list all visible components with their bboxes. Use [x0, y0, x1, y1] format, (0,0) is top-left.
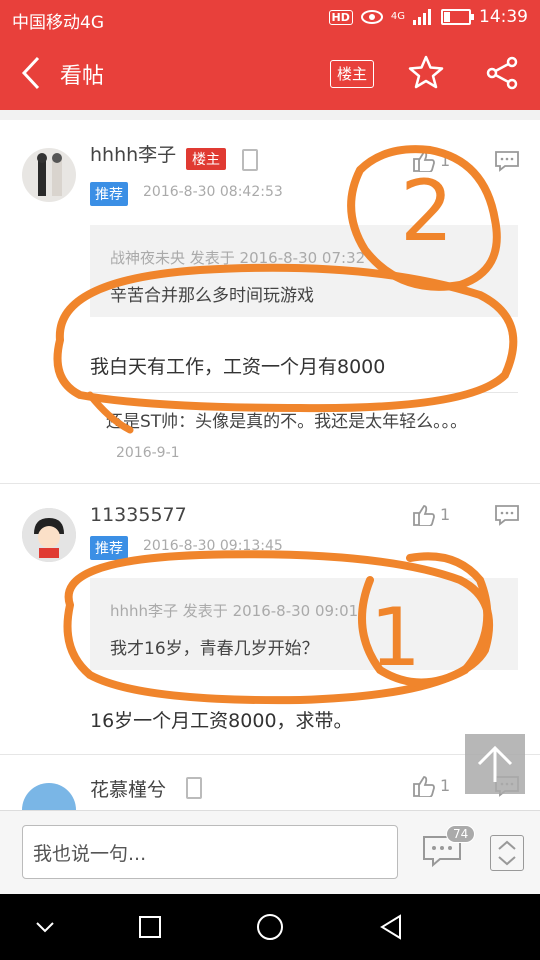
comment-input[interactable]: 我也说一句... [22, 825, 398, 879]
recents-square-icon[interactable] [138, 915, 162, 939]
status-bar: 中国移动4G HD 4G 14:39 [0, 0, 540, 36]
reply-icon[interactable] [494, 150, 520, 172]
carrier-name: 中国移动4G [12, 13, 104, 33]
quote-text: 辛苦合并那么多时间玩游戏 [110, 286, 314, 306]
quote-block: hhhh李子 发表于 2016-8-30 09:01 我才16岁，青春几岁开始？ [90, 578, 518, 670]
post-time: 2016-8-30 08:42:53 [143, 184, 283, 200]
arrow-up-icon [477, 745, 513, 782]
like-count: 1 [440, 505, 451, 524]
battery-icon [441, 9, 474, 25]
sub-reply-text: 还是ST帅：头像是真的不。我还是太年轻么。。。 [106, 412, 468, 432]
post-body: 我白天有工作，工资一个月有8000 [90, 356, 386, 378]
chevron-up-down-icon [498, 840, 516, 866]
app-header: 看帖 楼主 [0, 36, 540, 110]
host-tag: 楼主 [186, 148, 226, 170]
thread-content[interactable]: hhhh李子 楼主 推荐 2016-8-30 08:42:53 1 战神夜未央 … [0, 110, 540, 810]
sub-reply[interactable]: 还是ST帅：头像是真的不。我还是太年轻么。。。 2016-9-1 [106, 407, 506, 468]
clock: 14:39 [479, 7, 528, 27]
reply-bar: 我也说一句... 74 [0, 810, 540, 895]
phone-icon [186, 777, 202, 799]
chevron-down-icon[interactable] [34, 916, 56, 938]
username[interactable]: 11335577 [90, 504, 187, 526]
thumbs-up-icon[interactable] [412, 504, 436, 526]
comment-count-badge: 74 [446, 825, 476, 843]
recommend-tag: 推荐 [90, 536, 128, 560]
post-body: 16岁一个月工资8000，求带。 [90, 710, 353, 732]
separator [0, 754, 540, 755]
hd-icon: HD [328, 9, 353, 25]
separator [0, 483, 540, 484]
quote-text: 我才16岁，青春几岁开始？ [110, 639, 319, 659]
quote-block: 战神夜未央 发表于 2016-8-30 07:32 辛苦合并那么多时间玩游戏 [90, 225, 518, 317]
like-count: 1 [440, 151, 451, 170]
like-count: 1 [440, 776, 451, 795]
page-jump-button[interactable] [490, 835, 524, 871]
system-nav-bar [0, 894, 540, 960]
avatar[interactable] [22, 148, 76, 202]
signal-icon [413, 9, 431, 25]
page-title: 看帖 [60, 64, 105, 89]
host-only-button[interactable]: 楼主 [330, 60, 374, 88]
back-icon[interactable] [16, 54, 52, 92]
back-triangle-icon[interactable] [378, 914, 404, 940]
share-icon[interactable] [484, 56, 520, 90]
divider [90, 392, 518, 393]
username[interactable]: hhhh李子 [90, 140, 176, 167]
username[interactable]: 花慕槿兮 [90, 775, 166, 802]
eye-icon [360, 10, 383, 24]
separator [0, 110, 540, 120]
thumbs-up-icon[interactable] [412, 775, 436, 797]
home-circle-icon[interactable] [256, 913, 284, 941]
network-type: 4G [390, 11, 405, 22]
avatar[interactable] [22, 508, 76, 562]
phone-icon [242, 149, 258, 171]
quote-meta: 战神夜未央 发表于 2016-8-30 07:32 [110, 249, 366, 267]
star-icon[interactable] [408, 54, 444, 90]
post-time: 2016-8-30 09:13:45 [143, 538, 283, 554]
sub-reply-time: 2016-9-1 [116, 445, 180, 461]
comment-placeholder: 我也说一句... [33, 843, 147, 865]
quote-meta: hhhh李子 发表于 2016-8-30 09:01 [110, 602, 359, 620]
thumbs-up-icon[interactable] [412, 150, 436, 172]
back-to-top-button[interactable] [465, 734, 525, 794]
recommend-tag: 推荐 [90, 182, 128, 206]
avatar[interactable] [22, 783, 76, 810]
reply-icon[interactable] [494, 504, 520, 526]
